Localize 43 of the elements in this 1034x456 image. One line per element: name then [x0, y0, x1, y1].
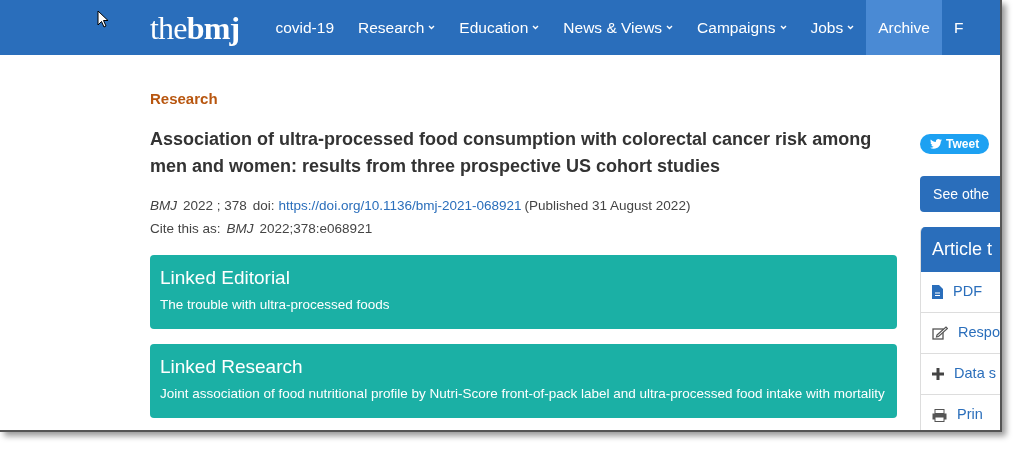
linked-card[interactable]: Linked Research Joint association of food nutritional profile by Nutri-Score front-of-pack label and ultra-processed food intake with mortality [150, 343, 898, 418]
card-heading: Linked Research [160, 354, 304, 379]
citation-text: 2022;378:e068921 [259, 219, 373, 238]
cursor-icon [97, 10, 109, 28]
tool-link[interactable]: Data s [921, 354, 1000, 395]
section-label[interactable]: Research [150, 88, 898, 111]
chevron-down-icon [779, 25, 787, 30]
card-link[interactable]: The trouble with ultra-processed foods [160, 292, 888, 317]
cite-label: Cite this as: [150, 219, 221, 238]
journal-name: BMJ [150, 196, 177, 215]
card-heading: Linked Editorial [160, 265, 291, 290]
document-icon [932, 285, 944, 299]
nav-item[interactable]: Archive [866, 0, 942, 55]
nav-item[interactable]: News & Views [551, 0, 686, 55]
edit-icon [932, 326, 949, 340]
tool-link[interactable]: PDF [921, 272, 1000, 313]
plus-icon [932, 368, 945, 380]
journal-name: BMJ [226, 219, 254, 238]
article-title: Association of ultra-processed food consumption with colorectal cancer risk among men and women: results from three prospective US cohort studies [150, 127, 873, 178]
panel-title: Article t [921, 227, 1000, 272]
chevron-down-icon [428, 25, 436, 30]
chevron-down-icon [666, 25, 674, 30]
chevron-down-icon [532, 25, 540, 30]
tool-link[interactable]: Respo [921, 313, 1000, 354]
chevron-down-icon [847, 25, 855, 30]
see-other-button[interactable]: See othe [920, 176, 1000, 212]
nav-item[interactable]: Research [346, 0, 448, 55]
nav-item[interactable]: covid-19 [263, 0, 346, 55]
tweet-button[interactable]: Tweet [920, 134, 990, 154]
tool-link[interactable]: Prin [921, 395, 1000, 430]
doi-label: doi: [252, 196, 275, 215]
nav-item[interactable]: Campaigns [685, 0, 799, 55]
published-date: (Published 31 August 2022) [524, 196, 691, 215]
volume-text: 2022 ; 378 [183, 196, 247, 215]
printer-icon [932, 408, 948, 422]
card-link[interactable]: Joint association of food nutritional profile by Nutri-Score front-of-pack label and ultra-processed food intake with mortality [160, 381, 888, 406]
nav-item[interactable]: Education [447, 0, 552, 55]
doi-link[interactable]: https://doi.org/10.1136/bmj-2021-068921 [278, 193, 522, 217]
nav-item[interactable]: Jobs [798, 0, 867, 55]
logo[interactable]: thebmj [150, 11, 240, 44]
nav-item[interactable]: F [941, 0, 976, 55]
bird-icon [930, 139, 943, 149]
linked-card[interactable]: Linked Editorial The trouble with ultra-processed foods [150, 254, 898, 329]
